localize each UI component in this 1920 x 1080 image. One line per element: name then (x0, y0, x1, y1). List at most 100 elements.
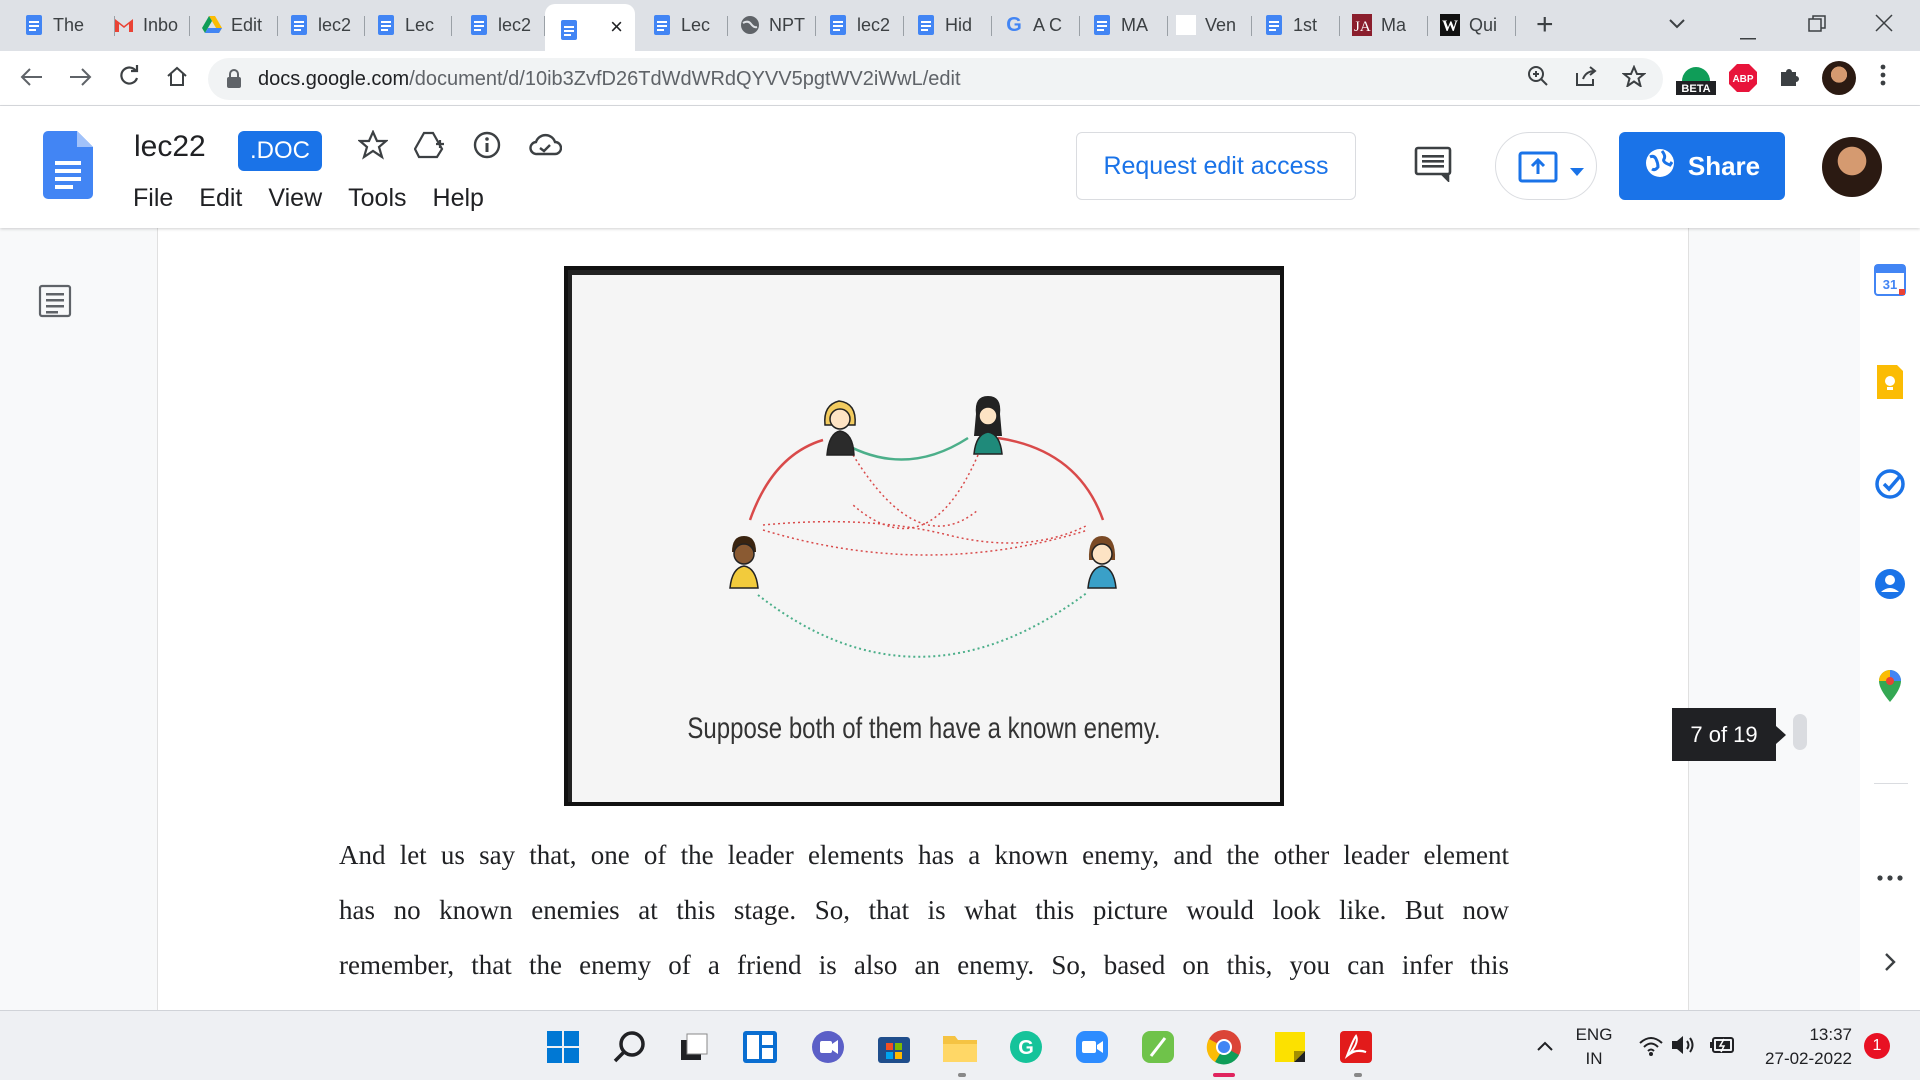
gmail-icon (114, 15, 134, 35)
wifi-icon[interactable] (1638, 1035, 1664, 1062)
chevron-right-icon[interactable] (1874, 946, 1906, 978)
docs-icon (1264, 15, 1284, 35)
address-bar[interactable]: docs.google.com/document/d/10ib3ZvfD26Td… (208, 58, 1663, 100)
comments-icon[interactable] (1414, 146, 1452, 187)
browser-toolbar: docs.google.com/document/d/10ib3ZvfD26Td… (0, 51, 1920, 106)
kebab-menu-icon[interactable] (1880, 63, 1886, 93)
widgets-icon[interactable] (742, 1029, 778, 1065)
share-label: Share (1687, 150, 1761, 181)
browser-tab[interactable]: Lec (362, 8, 452, 42)
sticky-notes-icon[interactable] (1272, 1029, 1308, 1065)
document-outline-icon[interactable] (38, 284, 72, 323)
teams-chat-icon[interactable] (810, 1029, 846, 1065)
browser-tab[interactable]: 1st (1250, 8, 1340, 42)
reload-icon[interactable] (118, 63, 140, 93)
notes-app-icon[interactable] (1140, 1029, 1176, 1065)
document-canvas[interactable]: Suppose both of them have a known enemy.… (0, 228, 1860, 1010)
browser-tab[interactable]: G A C (990, 8, 1080, 42)
menu-view[interactable]: View (268, 184, 322, 213)
task-view-icon[interactable] (676, 1029, 712, 1065)
acrobat-reader-icon[interactable] (1338, 1029, 1374, 1065)
maps-icon[interactable] (1874, 670, 1906, 702)
forward-arrow-icon[interactable] (68, 63, 92, 93)
more-apps-icon[interactable] (1874, 862, 1906, 894)
grammarly-icon[interactable]: G (1008, 1029, 1044, 1065)
windows-start-icon[interactable] (545, 1029, 581, 1065)
paragraph-line: remember, that the enemy of a friend is … (339, 950, 1509, 980)
back-arrow-icon[interactable] (20, 63, 44, 93)
scrollbar-thumb[interactable] (1793, 714, 1807, 750)
present-button[interactable] (1495, 132, 1597, 200)
extensions-puzzle-icon[interactable] (1778, 65, 1800, 93)
cloud-saved-icon[interactable] (528, 130, 563, 162)
browser-tab[interactable]: W Qui (1426, 8, 1516, 42)
file-explorer-icon[interactable] (942, 1029, 978, 1065)
url-text: docs.google.com/document/d/10ib3ZvfD26Td… (258, 68, 961, 91)
blank-page-icon (1176, 15, 1196, 35)
document-info-icon[interactable] (472, 130, 504, 162)
paragraph-line: And let us say that, one of the leader e… (339, 840, 1509, 870)
user-avatar[interactable] (1822, 137, 1882, 197)
chrome-icon[interactable] (1206, 1029, 1242, 1065)
docs-logo-icon[interactable] (43, 131, 93, 204)
browser-tab-active[interactable]: × (545, 4, 635, 51)
request-edit-access-button[interactable]: Request edit access (1076, 132, 1356, 200)
profile-avatar[interactable] (1822, 61, 1856, 95)
zoom-meetings-icon[interactable] (1074, 1029, 1110, 1065)
embedded-slide-image[interactable]: Suppose both of them have a known enemy. (564, 266, 1284, 806)
browser-tab[interactable]: lec2 (455, 8, 545, 42)
svg-text:JA: JA (1354, 19, 1371, 35)
active-app-indicator (1213, 1073, 1235, 1077)
adblock-icon[interactable]: ABP (1728, 63, 1758, 93)
menu-tools[interactable]: Tools (348, 184, 406, 213)
calendar-icon[interactable]: 31 (1874, 264, 1906, 296)
star-icon[interactable] (357, 129, 390, 162)
menu-help[interactable]: Help (433, 184, 484, 213)
search-icon[interactable] (612, 1029, 648, 1065)
tab-title: Inbo (143, 14, 179, 35)
browser-tab[interactable]: lec2 (814, 8, 904, 42)
volume-icon[interactable] (1670, 1033, 1698, 1062)
close-window-icon[interactable] (1875, 12, 1893, 38)
enemy-edge-right (997, 436, 1105, 521)
body-paragraph[interactable]: And let us say that, one of the leader e… (339, 828, 1509, 993)
show-hidden-icons-chevron[interactable] (1536, 1039, 1554, 1057)
tab-title: A C (1033, 14, 1063, 35)
browser-tab[interactable]: lec2 (275, 8, 365, 42)
tab-search-icon[interactable] (1668, 10, 1686, 36)
input-language[interactable]: ENG IN (1574, 1025, 1614, 1069)
browser-tab[interactable]: Ven (1162, 8, 1252, 42)
clock[interactable]: 13:37 27-02-2022 (1752, 1025, 1852, 1069)
share-page-icon[interactable] (1574, 65, 1598, 93)
share-button[interactable]: Share (1619, 132, 1785, 200)
restore-icon[interactable] (1808, 13, 1826, 39)
drive-icon (202, 15, 222, 35)
new-tab-button[interactable]: + (1536, 10, 1554, 40)
extension-beta-icon[interactable]: BETA (1674, 61, 1718, 97)
close-tab-icon[interactable]: × (610, 14, 623, 40)
contacts-icon[interactable] (1874, 568, 1906, 600)
docs-icon (916, 15, 936, 35)
browser-tab[interactable]: MA (1078, 8, 1168, 42)
menu-file[interactable]: File (133, 184, 173, 213)
browser-tab[interactable]: Lec (638, 8, 728, 42)
notification-badge[interactable]: 1 (1864, 1033, 1890, 1059)
browser-tab[interactable]: Hid (902, 8, 992, 42)
keep-icon[interactable] (1874, 365, 1906, 399)
document-title[interactable]: lec22 (134, 130, 206, 164)
zoom-icon[interactable] (1527, 65, 1549, 93)
menu-edit[interactable]: Edit (199, 184, 242, 213)
browser-tab[interactable]: Edit (188, 8, 278, 42)
browser-tab[interactable]: JA Ma (1338, 8, 1428, 42)
bookmark-star-icon[interactable] (1621, 64, 1647, 93)
add-shortcut-to-drive-icon[interactable] (413, 130, 446, 162)
person-girl-icon (1087, 536, 1117, 589)
tasks-icon[interactable] (1874, 468, 1906, 500)
browser-tab[interactable]: NPT (726, 8, 816, 42)
minimize-icon[interactable] (1740, 20, 1756, 46)
home-icon[interactable] (166, 63, 188, 93)
svg-text:G: G (1018, 1037, 1034, 1059)
battery-charging-icon[interactable] (1708, 1035, 1736, 1060)
microsoft-store-icon[interactable] (876, 1029, 912, 1065)
browser-tab[interactable]: Inbo (100, 8, 190, 42)
